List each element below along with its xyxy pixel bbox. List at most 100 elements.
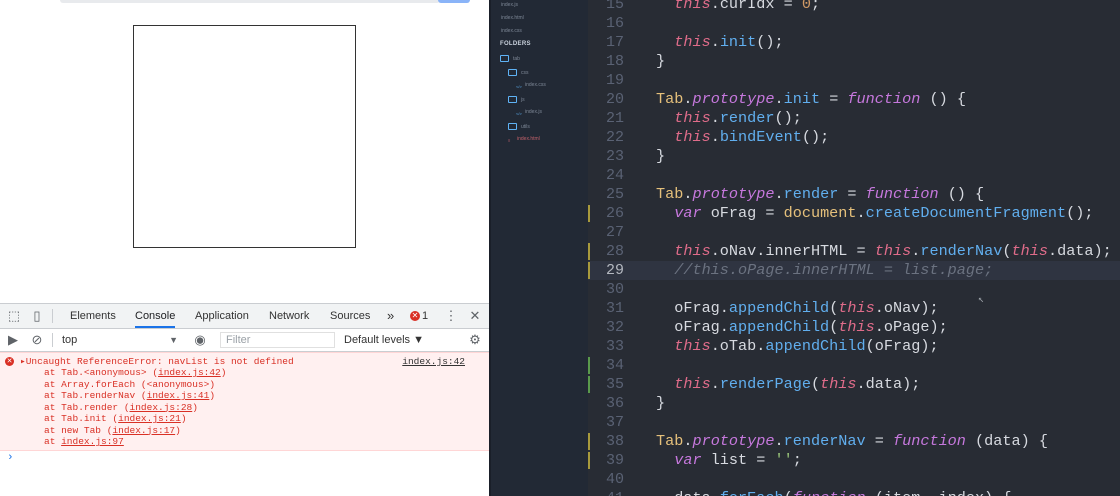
code-line: 31 oFrag.appendChild(this.oNav); [588,299,1120,318]
clear-console-icon[interactable]: ⊘ [29,332,45,348]
stack-frame-link[interactable]: index.js:17 [112,425,175,436]
code-token: appendChild [765,337,866,355]
code-text: //this.oPage.innerHTML = list.page; [656,261,993,280]
stack-frame: at Tab.renderNav (index.js:41) [44,390,226,402]
folder-item[interactable]: tab [500,55,520,63]
stack-frame-text: at Tab.init ( [44,413,119,424]
code-token: bindEvent [719,128,802,146]
code-line: 24 [588,166,1120,185]
code-line: 33 this.oTab.appendChild(oFrag); [588,337,1120,356]
file-item[interactable]: </> index.js [516,109,542,116]
file-item[interactable]: ≡ index.html [508,136,540,143]
code-token: render [783,185,839,203]
devtools-panel: ⬚ ▯ Elements Console Application Network… [0,303,489,496]
code-token: this [838,318,875,336]
code-token: () { [920,90,966,108]
device-toolbar-icon[interactable]: ▯ [29,308,45,324]
stack-frame: at Tab.render (index.js:28) [44,402,226,414]
code-text: Tab.prototype.renderNav = function (data… [656,432,1048,451]
code-token: this [656,109,711,127]
tab-console[interactable]: Console [135,304,176,328]
stack-frame-text: at Array.forEach (<anonymous>) [44,378,216,390]
file-item[interactable]: </> index.css [516,82,546,89]
code-line: 26 var oFrag = document.createDocumentFr… [588,204,1120,223]
code-token: . [774,432,784,450]
code-token: . [710,0,720,13]
code-token: (item, index) { [866,489,1012,496]
code-token: appendChild [728,318,830,336]
tab-application[interactable]: Application [195,304,249,328]
kebab-menu-icon[interactable]: ⋮ [443,308,459,324]
line-number: 40 [605,471,624,488]
folder-icon [508,95,517,103]
open-file-item[interactable]: index.html [501,15,524,22]
tab-elements[interactable]: Elements [70,304,116,328]
code-token: = [847,242,875,260]
line-number: 33 [605,338,624,355]
code-token: . [774,90,784,108]
code-token: ( [829,299,839,317]
code-token: ( [829,318,839,336]
code-token: (); [756,33,784,51]
stack-frame-text: at Tab.renderNav ( [44,390,147,401]
code-token: this [820,375,857,393]
stack-frame-link[interactable]: index.js:42 [158,367,221,378]
code-token: innerHTML [765,242,848,260]
inspect-element-icon[interactable]: ⬚ [6,308,22,324]
code-line: 29 //this.oPage.innerHTML = list.page; [588,261,1120,280]
code-token: this [656,33,711,51]
code-text: } [656,147,665,166]
code-token: (); [801,128,830,146]
code-token: Tab [656,90,684,108]
folder-item[interactable]: js [508,95,525,104]
code-token: this [656,242,711,260]
code-text: oFrag.appendChild(this.oPage); [656,318,948,337]
code-token: } [656,147,666,165]
code-token: this [656,0,711,13]
close-devtools-icon[interactable]: ✕ [467,308,483,324]
folder-item[interactable]: utils [508,122,530,131]
browser-action-button[interactable] [438,0,470,3]
code-token: 0 [801,0,811,13]
code-token: appendChild [728,299,830,317]
open-file-item[interactable]: index.js [501,2,518,9]
code-line: 27 [588,223,1120,242]
code-token: (); [774,109,802,127]
context-selector[interactable]: top ▼ [62,333,178,347]
code-token: .oTab. [710,337,766,355]
console-error-message[interactable]: ✕ ▸Uncaught ReferenceError: navList is n… [0,352,489,451]
code-token: .data); [856,375,921,393]
sidebar-toggle-icon[interactable]: ▶ [5,332,21,348]
folder-item[interactable]: css [508,68,529,77]
console-filter-input[interactable] [220,332,335,348]
code-token: oFrag. [656,299,729,317]
stack-frame-link[interactable]: index.js:97 [61,436,124,447]
code-line: 37 [588,413,1120,432]
tab-sources[interactable]: Sources [330,304,370,328]
tree-item-label: js [521,96,525,103]
code-token: this [1011,242,1048,260]
code-token: Tab [656,185,684,203]
code-token: document [783,204,857,222]
more-tabs-icon[interactable]: » [387,304,394,328]
code-editor[interactable]: 15 this.curIdx = 0; 16 17 this.init(); 18} 1… [588,0,1120,496]
tab-network[interactable]: Network [269,304,309,328]
log-levels-dropdown[interactable]: Default levels ▼ [344,333,424,347]
error-count-badge[interactable]: ✕ 1 [410,309,428,323]
code-text: this.bindEvent(); [656,128,829,147]
stack-frame-link[interactable]: index.js:28 [130,402,193,413]
stack-frame: at Tab.<anonymous> (index.js:42) [44,367,226,379]
code-text: var list = ''; [656,451,802,470]
console-prompt[interactable]: › [7,452,14,464]
stack-frame-link[interactable]: index.js:41 [147,390,210,401]
code-token: .oPage); [874,318,948,336]
gear-icon[interactable]: ⚙ [467,332,483,348]
error-source-link[interactable]: index.js:42 [402,356,465,367]
stack-frame-link[interactable]: index.js:21 [118,413,181,424]
eye-icon[interactable]: ◉ [192,332,208,348]
code-text: Tab.prototype.render = function () { [656,185,984,204]
open-file-item[interactable]: index.css [501,28,522,35]
line-number: 38 [605,433,624,450]
code-token: ( [810,375,821,393]
code-line: 17 this.init(); [588,33,1120,52]
